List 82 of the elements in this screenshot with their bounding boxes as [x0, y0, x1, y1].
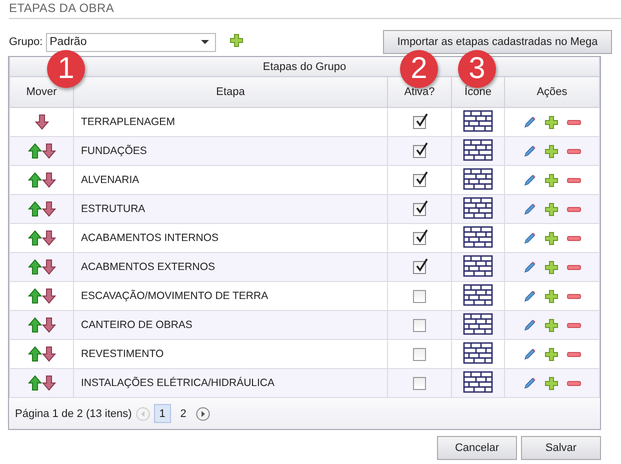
- minus-icon[interactable]: [567, 148, 581, 154]
- next-page-icon[interactable]: [196, 406, 210, 420]
- brick-wall-icon: [463, 342, 493, 364]
- minus-icon[interactable]: [567, 206, 581, 212]
- import-button[interactable]: Importar as etapas cadastradas no Mega: [383, 30, 612, 54]
- up-arrow-icon[interactable]: [28, 230, 42, 246]
- minus-icon[interactable]: [567, 294, 581, 298]
- minus-icon[interactable]: [567, 178, 581, 182]
- down-arrow-icon[interactable]: [42, 346, 56, 362]
- brick-wall-icon: [463, 226, 493, 248]
- plus-icon[interactable]: [545, 202, 558, 216]
- up-arrow-icon[interactable]: [28, 259, 42, 275]
- down-arrow-icon[interactable]: [42, 375, 56, 391]
- down-arrow-icon[interactable]: [34, 114, 48, 130]
- cancel-button[interactable]: Cancelar: [437, 436, 517, 460]
- pencil-icon[interactable]: [523, 376, 536, 390]
- down-arrow-icon[interactable]: [42, 230, 56, 246]
- plus-icon[interactable]: [230, 34, 243, 47]
- down-arrow-icon[interactable]: [42, 259, 56, 275]
- pencil-icon[interactable]: [523, 260, 536, 274]
- table-cell: ACABMENTOS EXTERNOS: [74, 252, 388, 282]
- plus-icon[interactable]: [545, 116, 558, 128]
- active-checkbox[interactable]: [413, 202, 426, 216]
- up-arrow-icon[interactable]: [28, 346, 42, 362]
- column-header: Etapa: [74, 76, 388, 108]
- column-header: Ações: [504, 76, 600, 108]
- minus-icon[interactable]: [567, 264, 581, 270]
- table-cell: CANTEIRO DE OBRAS: [74, 310, 388, 340]
- table-cell: INSTALAÇÕES ELÉTRICA/HIDRÁULICA: [74, 368, 388, 398]
- down-arrow-icon[interactable]: [42, 143, 56, 159]
- down-arrow-icon[interactable]: [42, 172, 56, 188]
- brick-wall-icon: [463, 284, 493, 306]
- pencil-icon[interactable]: [523, 318, 536, 332]
- pencil-icon[interactable]: [523, 348, 536, 360]
- plus-icon[interactable]: [545, 376, 558, 390]
- active-checkbox[interactable]: [413, 116, 426, 128]
- group-dropdown[interactable]: Padrão: [46, 32, 216, 52]
- pencil-icon[interactable]: [523, 144, 536, 158]
- minus-icon[interactable]: [567, 380, 581, 386]
- active-checkbox[interactable]: [413, 260, 426, 274]
- down-arrow-icon[interactable]: [42, 288, 56, 304]
- up-arrow-icon[interactable]: [28, 172, 42, 188]
- group-label: Grupo:: [9, 36, 43, 48]
- brick-wall-icon: [463, 110, 493, 132]
- brick-wall-icon: [463, 168, 493, 190]
- minus-icon[interactable]: [567, 352, 581, 356]
- active-checkbox[interactable]: [413, 318, 426, 332]
- active-checkbox[interactable]: [413, 348, 426, 360]
- plus-icon[interactable]: [545, 348, 558, 360]
- pencil-icon[interactable]: [523, 202, 536, 216]
- page-link[interactable]: 1: [154, 404, 171, 423]
- plus-icon[interactable]: [545, 260, 558, 274]
- pencil-icon[interactable]: [523, 232, 536, 244]
- plus-icon[interactable]: [545, 232, 558, 244]
- down-arrow-icon[interactable]: [42, 201, 56, 217]
- plus-icon[interactable]: [545, 174, 558, 186]
- up-arrow-icon[interactable]: [28, 375, 42, 391]
- minus-icon[interactable]: [567, 236, 581, 240]
- page-title: ETAPAS DA OBRA: [9, 0, 621, 19]
- save-button[interactable]: Salvar: [521, 436, 601, 460]
- up-arrow-icon[interactable]: [28, 143, 42, 159]
- pencil-icon[interactable]: [523, 174, 536, 186]
- minus-icon[interactable]: [567, 120, 581, 124]
- up-arrow-icon[interactable]: [28, 317, 42, 333]
- page-link[interactable]: 2: [174, 404, 192, 423]
- plus-icon[interactable]: [545, 144, 558, 158]
- active-checkbox[interactable]: [413, 232, 426, 244]
- plus-icon[interactable]: [545, 318, 558, 332]
- pencil-icon[interactable]: [523, 290, 536, 302]
- pencil-icon[interactable]: [523, 116, 536, 128]
- active-checkbox[interactable]: [413, 376, 426, 390]
- plus-icon[interactable]: [545, 290, 558, 302]
- active-checkbox[interactable]: [413, 144, 426, 158]
- pager-summary: Página 1 de 2 (13 itens): [15, 408, 132, 420]
- active-checkbox[interactable]: [413, 174, 426, 186]
- active-checkbox[interactable]: [413, 290, 426, 302]
- up-arrow-icon[interactable]: [28, 288, 42, 304]
- minus-icon[interactable]: [567, 322, 581, 328]
- table-cell: FUNDAÇÕES: [74, 136, 388, 166]
- up-arrow-icon[interactable]: [28, 201, 42, 217]
- table-cell: ESTRUTURA: [74, 194, 388, 224]
- down-arrow-icon[interactable]: [42, 317, 56, 333]
